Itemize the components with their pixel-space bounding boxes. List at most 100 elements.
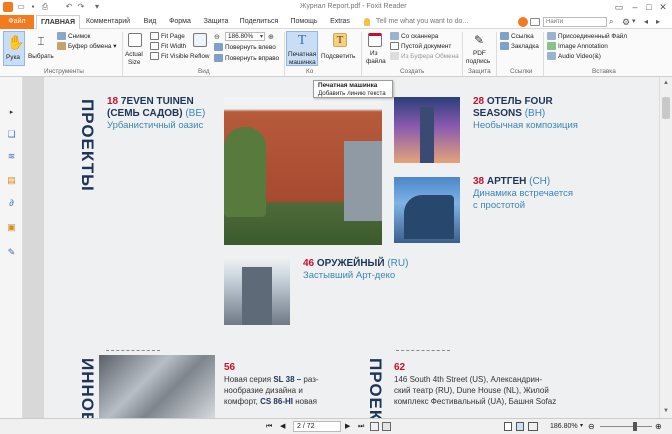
redo-icon[interactable]: ↷: [76, 2, 86, 12]
audio-video-button[interactable]: Audio Video(&): [547, 52, 601, 61]
vertical-scrollbar[interactable]: ▲ ▼: [659, 77, 672, 418]
tab-view[interactable]: Вид: [138, 15, 162, 29]
tower: [242, 267, 272, 325]
zoom-dropdown-icon[interactable]: ▾: [580, 422, 583, 431]
reflow-button[interactable]: Reflow: [188, 31, 212, 66]
prev-page-icon[interactable]: ◀: [280, 422, 289, 431]
file-attachment-button[interactable]: Присоединенный Файл: [547, 32, 627, 41]
divider: [396, 350, 450, 351]
fit-page-button[interactable]: Fit Page: [150, 32, 185, 41]
tab-share[interactable]: Поделиться: [236, 15, 282, 29]
bookmark-icon: [500, 42, 509, 51]
group-comment-label: Ко: [306, 68, 314, 75]
print-icon[interactable]: ⎙: [40, 2, 50, 12]
tab-file[interactable]: Файл: [0, 15, 34, 29]
zoom-in-icon[interactable]: ⊕: [655, 422, 662, 431]
ribbon-toggle-icon[interactable]: ▭: [612, 1, 626, 13]
zoom-level-input[interactable]: 186.80%: [225, 32, 265, 41]
item18-title-2: (СЕМЬ САДОВ) (BE): [107, 108, 206, 119]
blank-document-button[interactable]: Пустой документ: [390, 42, 451, 51]
tab-help[interactable]: Помощь: [287, 15, 321, 29]
undo-icon[interactable]: ↶: [64, 2, 74, 12]
next-icon[interactable]: ▸: [656, 17, 666, 27]
select-tool-button[interactable]: ⌶ Выбрать: [28, 31, 54, 66]
page-number-input[interactable]: 2 / 72: [293, 421, 341, 432]
message-icon[interactable]: [530, 18, 540, 26]
zoom-out-icon[interactable]: ⊖: [214, 33, 223, 42]
pen-icon: ✎: [473, 33, 485, 47]
attachments-icon[interactable]: ∂: [6, 198, 17, 209]
tab-home[interactable]: ГЛАВНАЯ: [36, 15, 80, 30]
grey-annex: [344, 141, 382, 221]
typewriter-icon: T: [297, 33, 307, 48]
zoom-slider-track[interactable]: [600, 426, 652, 427]
tab-protect[interactable]: Защита: [200, 15, 232, 29]
thumbnail-icon[interactable]: [382, 422, 391, 431]
security-lock-icon[interactable]: ▣: [6, 222, 17, 233]
fit-icon[interactable]: [370, 422, 379, 431]
title-bar: ▭ ▪ ⎙ ↶ ↷ ▾ Журнал Report.pdf - Foxit Re…: [0, 0, 672, 15]
minimize-button[interactable]: –: [628, 1, 642, 13]
rotate-left-button[interactable]: Повернуть влево: [214, 43, 276, 52]
continuous-view-icon[interactable]: [516, 422, 524, 431]
facing-view-icon[interactable]: [528, 422, 538, 431]
first-page-icon[interactable]: ⏮: [266, 422, 275, 431]
last-page-icon[interactable]: ⏭: [358, 422, 367, 431]
tab-comment[interactable]: Комментарий: [82, 15, 134, 29]
find-input[interactable]: [543, 17, 607, 27]
zoom-in-icon[interactable]: ⊕: [268, 33, 277, 42]
layers-icon[interactable]: ≋: [6, 151, 17, 162]
item62-line-1: 146 South 4th Street (US), Александрин-: [394, 375, 543, 384]
close-button[interactable]: ✕: [656, 1, 670, 13]
chevron-down-icon[interactable]: ▾: [632, 17, 640, 27]
from-scanner-label: Со сканнера: [401, 33, 439, 40]
maximize-button[interactable]: □: [642, 1, 656, 13]
rotate-right-icon: [214, 54, 223, 63]
from-scanner-button[interactable]: Со сканнера: [390, 32, 438, 41]
separator: [496, 32, 497, 76]
scroll-up-icon[interactable]: ▲: [662, 79, 670, 87]
tab-form[interactable]: Форма: [166, 15, 194, 29]
zoom-out-icon[interactable]: ⊖: [588, 422, 595, 431]
single-page-view-icon[interactable]: [504, 422, 512, 431]
prev-icon[interactable]: ◂: [644, 17, 654, 27]
tab-extras[interactable]: Extras: [325, 15, 355, 29]
rotate-right-button[interactable]: Повернуть вправо: [214, 54, 279, 63]
scroll-down-icon[interactable]: ▼: [662, 407, 670, 415]
customize-icon[interactable]: ▾: [92, 2, 102, 12]
zoom-dropdown-icon[interactable]: ▾: [260, 33, 266, 41]
from-file-button[interactable]: Из файла: [364, 31, 386, 66]
from-clipboard-button[interactable]: Из Буфера Обмена: [390, 52, 459, 61]
ribbon-home: ✋ Рука ⌶ Выбрать Снимок Буфер обмена ▾ И…: [0, 29, 672, 77]
settings-gear-icon[interactable]: ⚙: [622, 17, 632, 27]
user-icon[interactable]: [518, 17, 528, 27]
scroll-thumb[interactable]: [662, 97, 670, 119]
tell-me-box[interactable]: Tell me what you want to do...: [376, 16, 526, 28]
document-view[interactable]: ПРОЕКТЫ 18 7EVEN TUINEN (СЕМЬ САДОВ) (BE…: [23, 77, 659, 418]
image-annotation-button[interactable]: Image Annotation: [547, 42, 608, 51]
open-icon[interactable]: ▭: [16, 2, 26, 12]
hand-tool-button[interactable]: ✋ Рука: [3, 31, 25, 66]
signature-icon[interactable]: ✎: [6, 247, 17, 258]
item18-title-1: 18 7EVEN TUINEN: [107, 96, 194, 107]
fit-visible-button[interactable]: Fit Visible: [150, 52, 189, 61]
expand-panel-icon[interactable]: ▸: [6, 107, 17, 118]
rotate-right-label: Повернуть вправо: [225, 55, 280, 62]
highlight-button[interactable]: T Подсветить: [320, 31, 360, 66]
next-page-icon[interactable]: ▶: [345, 422, 354, 431]
actual-size-button[interactable]: Actual Size: [124, 31, 146, 66]
link-button[interactable]: Ссылка: [500, 32, 534, 41]
pdf-sign-button[interactable]: ✎ PDF подпись: [465, 31, 493, 66]
search-icon[interactable]: ⌕: [609, 17, 619, 27]
clipboard-button[interactable]: Буфер обмена ▾: [57, 42, 116, 51]
snapshot-button[interactable]: Снимок: [57, 32, 90, 41]
zoom-level-value: 186.80%: [228, 33, 254, 40]
fit-width-button[interactable]: Fit Width: [150, 42, 186, 51]
bookmark-button[interactable]: Закладка: [500, 42, 539, 51]
pages-icon[interactable]: ❏: [6, 129, 17, 140]
comments-icon[interactable]: ▤: [6, 175, 17, 186]
typewriter-button[interactable]: T Печатная машинка: [286, 31, 318, 66]
zoom-slider-thumb[interactable]: [633, 422, 637, 431]
media-icon: [547, 52, 556, 61]
save-icon[interactable]: ▪: [28, 2, 38, 12]
